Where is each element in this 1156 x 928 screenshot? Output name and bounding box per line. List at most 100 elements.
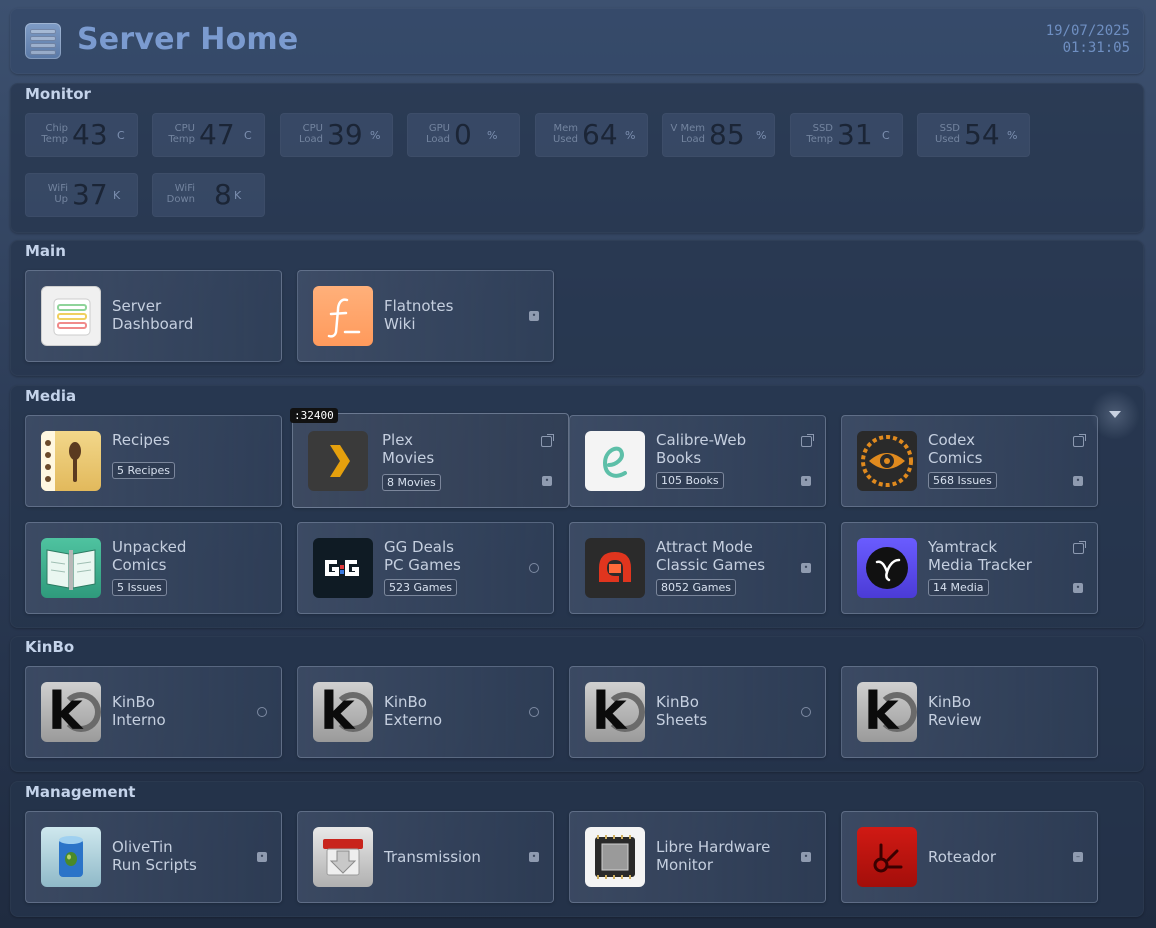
server-status-icon: • (1073, 476, 1083, 486)
widget-value: 85 (709, 118, 745, 151)
section-title-kinbo: KinBo (25, 638, 75, 656)
server-status-icon: • (801, 476, 811, 486)
calibre-icon (585, 431, 645, 491)
section-title-main: Main (25, 242, 66, 260)
widget-value: 37 (72, 178, 108, 211)
page-title: Server Home (77, 22, 299, 57)
header: Server Home 19/07/2025 01:31:05 (10, 8, 1144, 74)
cpu-chip-icon (585, 827, 645, 887)
widget-unit: C (117, 129, 125, 142)
service-unpacked-comics[interactable]: Unpacked Comics 5 Issues (25, 522, 282, 614)
service-server-dashboard[interactable]: Server Dashboard (25, 270, 282, 362)
server-status-icon: • (257, 852, 267, 862)
service-name: KinBo Sheets (656, 693, 708, 729)
widget-unit: C (244, 129, 252, 142)
service-libre-hardware-monitor[interactable]: Libre Hardware Monitor • (569, 811, 826, 903)
widget-value: 54 (964, 118, 1000, 151)
service-kinbo-review[interactable]: k KinBo Review (841, 666, 1098, 758)
server-status-icon: • (529, 311, 539, 321)
widget-ssd-used: SSD Used 54 % (917, 113, 1030, 157)
service-kinbo-externo[interactable]: k KinBo Externo (297, 666, 554, 758)
service-olivetin[interactable]: OliveTin Run Scripts • (25, 811, 282, 903)
widget-unit: % (1007, 129, 1018, 142)
spoon-recipe-icon (41, 431, 101, 491)
server-status-icon: • (801, 563, 811, 573)
url-tooltip: :32400 (290, 408, 338, 423)
count-badge: 5 Recipes (112, 462, 175, 479)
service-roteador[interactable]: Roteador – (841, 811, 1098, 903)
external-link-icon[interactable] (801, 434, 814, 447)
count-badge: 568 Issues (928, 472, 997, 489)
service-name: Libre Hardware Monitor (656, 838, 771, 874)
service-gg-deals-pc-games[interactable]: GG Deals PC Games 523 Games (297, 522, 554, 614)
service-name: Server Dashboard (112, 297, 194, 333)
count-badge: 523 Games (384, 579, 457, 596)
unpacked-book-icon (41, 538, 101, 598)
service-recipes[interactable]: Recipes 5 Recipes (25, 415, 282, 507)
count-badge: 14 Media (928, 579, 989, 596)
widget-unit: K (234, 189, 242, 202)
widget-unit: C (882, 129, 890, 142)
widget-unit: K (113, 189, 121, 202)
management-section: Management OliveTin Run Scripts • Transmi… (10, 781, 1144, 917)
count-badge: 8052 Games (656, 579, 736, 596)
widget-wifi-up: WiFi Up 37 K (25, 173, 138, 217)
external-link-icon[interactable] (1073, 434, 1086, 447)
service-name: KinBo Externo (384, 693, 443, 729)
widget-value: 43 (72, 118, 108, 151)
globe-icon (529, 707, 539, 717)
service-name: Recipes (112, 431, 170, 449)
server-status-icon: • (542, 476, 552, 486)
external-link-icon[interactable] (1073, 541, 1086, 554)
main-section: Main Server Dashboard Flatnotes Wiki • (10, 240, 1144, 376)
service-name: Codex Comics (928, 431, 983, 467)
codex-eye-icon (857, 431, 917, 491)
widget-unit: % (756, 129, 767, 142)
server-status-icon: • (801, 852, 811, 862)
service-name: GG Deals PC Games (384, 538, 461, 574)
service-yamtrack[interactable]: Yamtrack Media Tracker 14 Media • (841, 522, 1098, 614)
service-name: Yamtrack Media Tracker (928, 538, 1032, 574)
widget-wifi-down: WiFi Down 8 K (152, 173, 265, 217)
widget-value: 31 (837, 118, 873, 151)
widget-mem-used: Mem Used 64 % (535, 113, 648, 157)
server-status-icon: • (1073, 583, 1083, 593)
section-title-management: Management (25, 783, 136, 801)
clock-date: 19/07/2025 (1045, 23, 1130, 39)
service-transmission[interactable]: Transmission • (297, 811, 554, 903)
flatnotes-icon (313, 286, 373, 346)
count-badge: 105 Books (656, 472, 724, 489)
service-name: Plex Movies (382, 431, 435, 467)
service-name: Calibre-Web Books (656, 431, 747, 467)
chevron-down-icon[interactable] (1090, 390, 1140, 440)
olivetin-can-icon (41, 827, 101, 887)
media-section: Media Recipes 5 Recipes Plex Movies 8 Mov… (10, 385, 1144, 628)
widget-unit: % (625, 129, 636, 142)
kinbo-section: KinBo k KinBo Interno k KinBo Externo k Ki… (10, 636, 1144, 772)
service-codex-comics[interactable]: Codex Comics 568 Issues • (841, 415, 1098, 507)
service-plex-movies[interactable]: Plex Movies 8 Movies • (292, 413, 569, 508)
widget-chip-temp: Chip Temp 43 C (25, 113, 138, 157)
widget-cpu-temp: CPU Temp 47 C (152, 113, 265, 157)
yamtrack-icon (857, 538, 917, 598)
monitor-section: Monitor Chip Temp 43 C CPU Temp 47 C CPU Lo… (10, 83, 1144, 233)
widget-value: 8 (214, 178, 232, 211)
service-name: Flatnotes Wiki (384, 297, 454, 333)
clock: 19/07/2025 01:31:05 (1046, 23, 1130, 57)
service-attract-mode[interactable]: Attract Mode Classic Games 8052 Games • (569, 522, 826, 614)
service-calibre-web-books[interactable]: Calibre-Web Books 105 Books • (569, 415, 826, 507)
kinbo-logo-icon: k (313, 682, 373, 742)
widget-value: 0 (454, 118, 472, 151)
section-title-media: Media (25, 387, 77, 405)
external-link-icon[interactable] (541, 434, 554, 447)
service-kinbo-sheets[interactable]: k KinBo Sheets (569, 666, 826, 758)
widget-unit: % (370, 129, 381, 142)
service-name: OliveTin Run Scripts (112, 838, 197, 874)
widget-ssd-temp: SSD Temp 31 C (790, 113, 903, 157)
widget-value: 47 (199, 118, 235, 151)
transmission-icon (313, 827, 373, 887)
service-kinbo-interno[interactable]: k KinBo Interno (25, 666, 282, 758)
service-flatnotes-wiki[interactable]: Flatnotes Wiki • (297, 270, 554, 362)
widget-gpu-load: GPU Load 0 % (407, 113, 520, 157)
service-name: Roteador (928, 848, 997, 866)
